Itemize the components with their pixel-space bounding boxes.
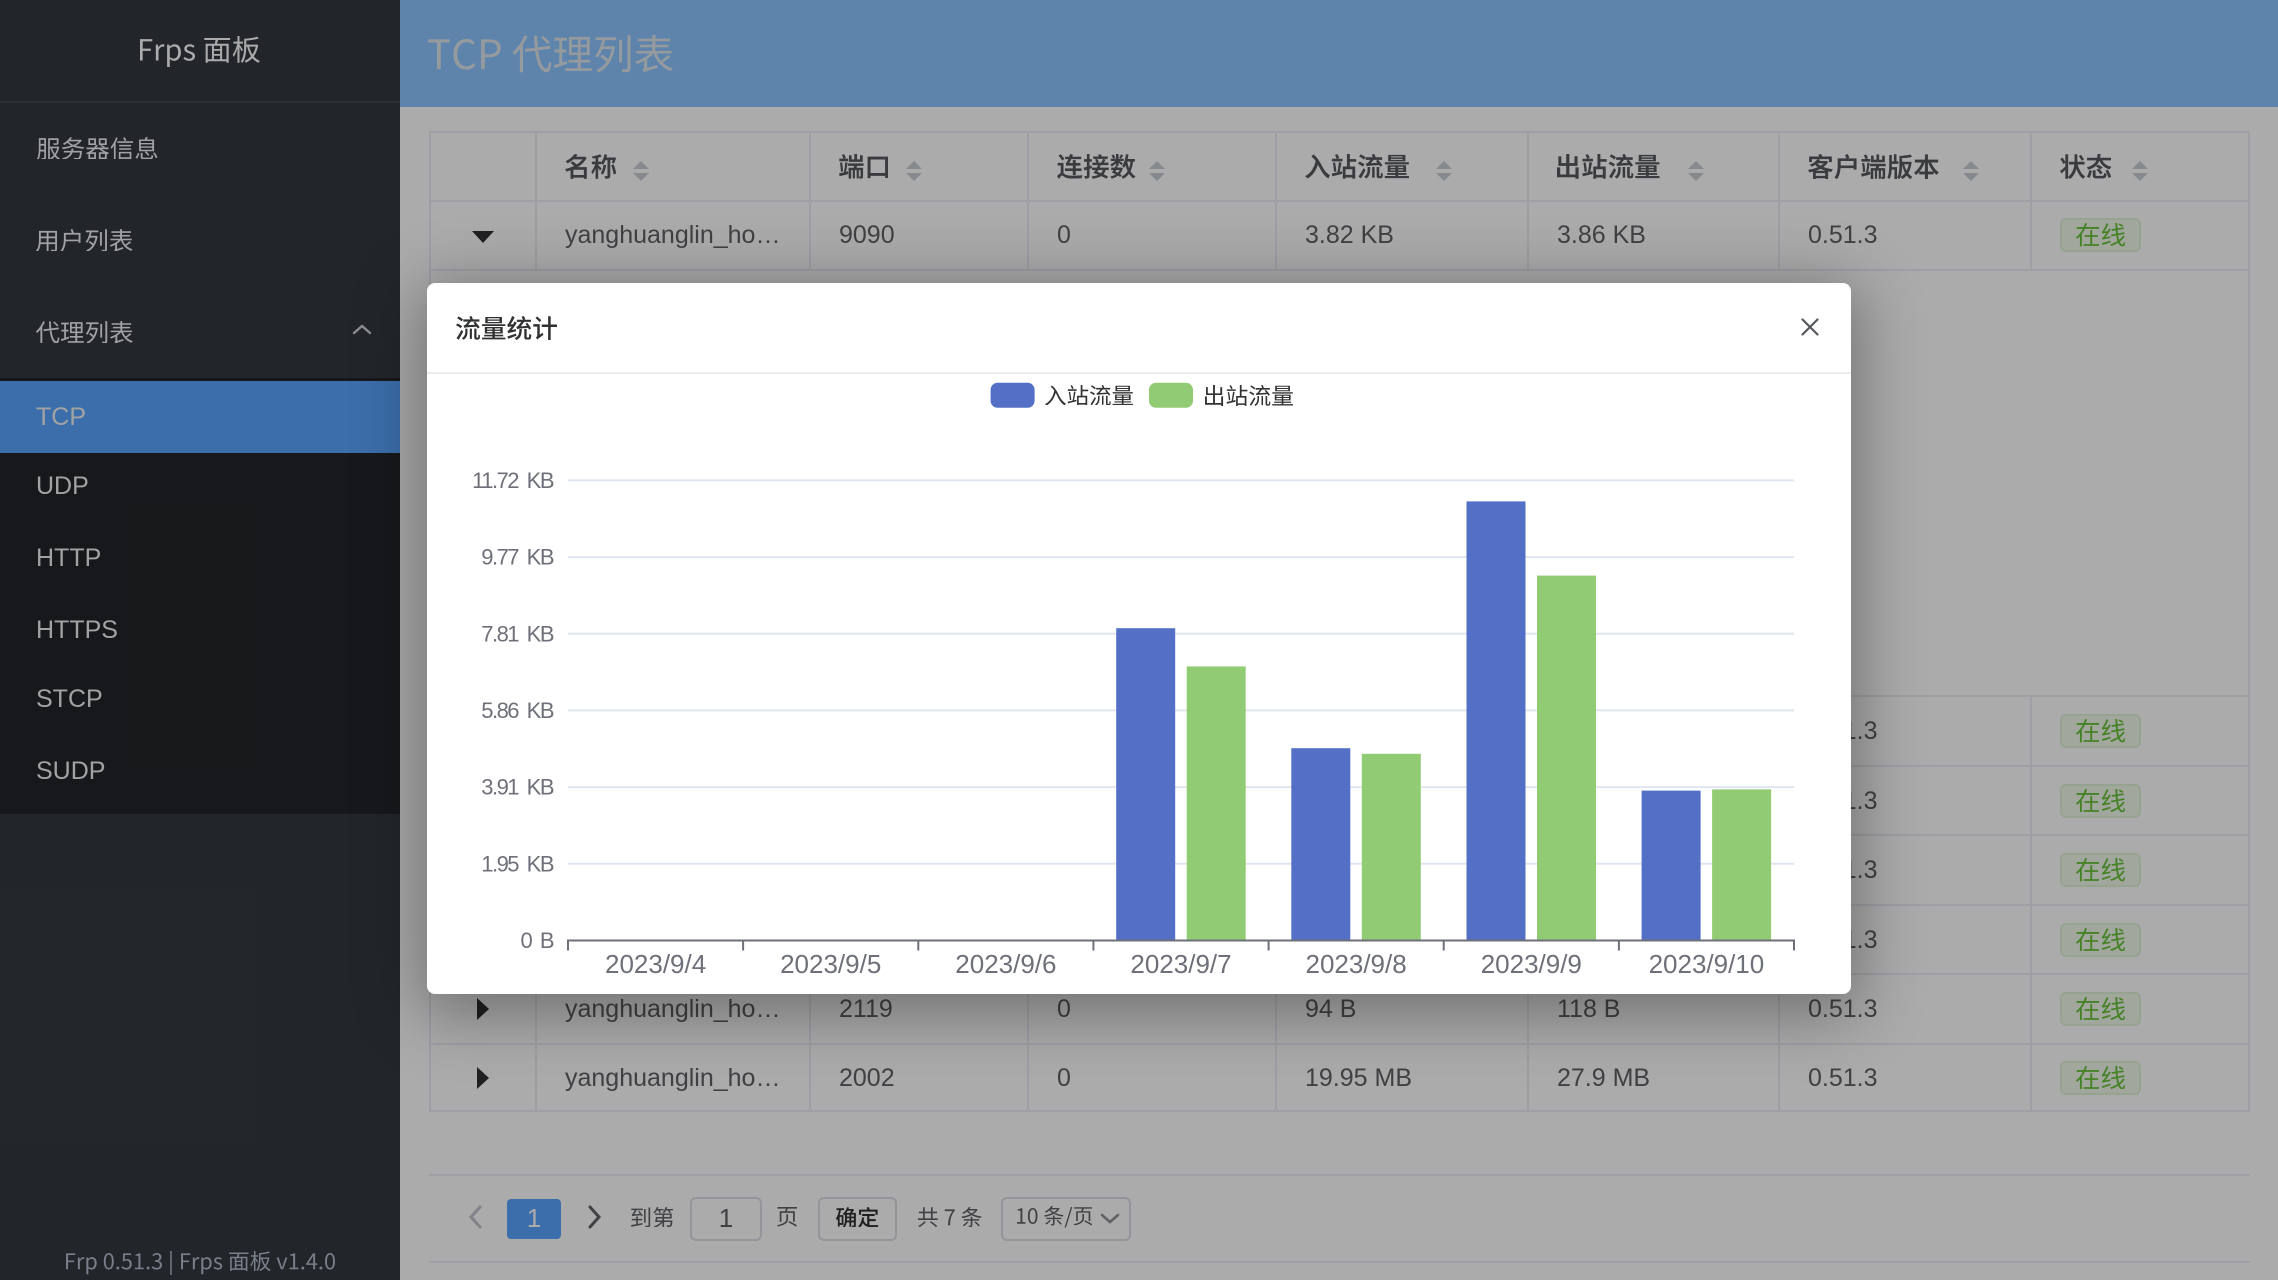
svg-text:0 B: 0 B (520, 928, 553, 953)
svg-text:11.72 KB: 11.72 KB (472, 468, 554, 493)
svg-text:1.95 KB: 1.95 KB (481, 851, 554, 876)
svg-text:2023/9/8: 2023/9/8 (1305, 949, 1406, 979)
svg-text:7.81 KB: 7.81 KB (481, 621, 554, 646)
svg-text:2023/9/4: 2023/9/4 (605, 949, 706, 979)
svg-text:5.86 KB: 5.86 KB (481, 698, 554, 723)
svg-text:2023/9/9: 2023/9/9 (1481, 949, 1582, 979)
svg-text:2023/9/6: 2023/9/6 (955, 949, 1056, 979)
svg-text:3.91 KB: 3.91 KB (481, 775, 554, 800)
svg-text:2023/9/10: 2023/9/10 (1649, 949, 1765, 979)
svg-text:9.77 KB: 9.77 KB (481, 545, 554, 570)
svg-text:2023/9/5: 2023/9/5 (780, 949, 881, 979)
svg-text:2023/9/7: 2023/9/7 (1130, 949, 1231, 979)
